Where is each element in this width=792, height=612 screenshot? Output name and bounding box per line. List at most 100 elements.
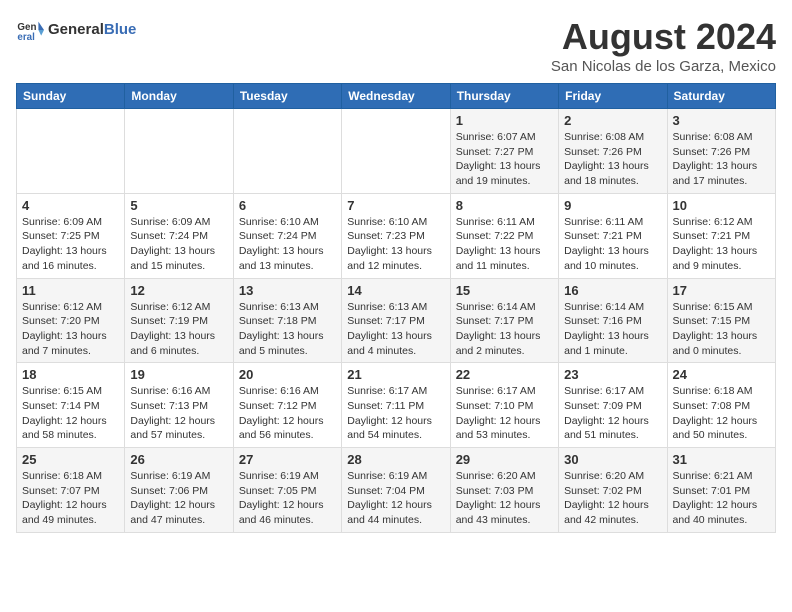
day-info: Sunrise: 6:12 AM Sunset: 7:20 PM Dayligh… [22,300,119,359]
day-number: 7 [347,198,444,213]
calendar-cell: 12 Sunrise: 6:12 AM Sunset: 7:19 PM Dayli… [125,278,233,363]
day-number: 30 [564,452,661,467]
calendar-cell: 14Sunrise: 6:13 AM Sunset: 7:17 PM Dayli… [342,278,450,363]
day-info: Sunrise: 6:20 AM Sunset: 7:03 PM Dayligh… [456,469,553,528]
day-number: 27 [239,452,336,467]
calendar-subtitle: San Nicolas de los Garza, Mexico [551,58,776,75]
day-number: 29 [456,452,553,467]
calendar-cell: 31Sunrise: 6:21 AM Sunset: 7:01 PM Dayli… [667,448,775,533]
day-info: Sunrise: 6:12 AM Sunset: 7:19 PM Dayligh… [130,300,227,359]
calendar-cell [17,109,125,194]
day-info: Sunrise: 6:10 AM Sunset: 7:23 PM Dayligh… [347,215,444,274]
calendar-body: 1 Sunrise: 6:07 AM Sunset: 7:27 PM Daylig… [17,109,776,533]
day-number: 8 [456,198,553,213]
calendar-cell: 15Sunrise: 6:14 AM Sunset: 7:17 PM Dayli… [450,278,558,363]
day-number: 23 [564,367,661,382]
calendar-cell: 22Sunrise: 6:17 AM Sunset: 7:10 PM Dayli… [450,363,558,448]
day-number: 24 [673,367,770,382]
calendar-cell: 1 Sunrise: 6:07 AM Sunset: 7:27 PM Daylig… [450,109,558,194]
calendar-cell: 23Sunrise: 6:17 AM Sunset: 7:09 PM Dayli… [559,363,667,448]
calendar-cell: 9 Sunrise: 6:11 AM Sunset: 7:21 PM Daylig… [559,193,667,278]
column-header-sunday: Sunday [17,84,125,109]
calendar-cell: 19 Sunrise: 6:16 AM Sunset: 7:13 PM Dayli… [125,363,233,448]
day-info: Sunrise: 6:16 AM Sunset: 7:12 PM Dayligh… [239,384,336,443]
day-info: Sunrise: 6:07 AM Sunset: 7:27 PM Dayligh… [456,130,553,189]
day-info: Sunrise: 6:21 AM Sunset: 7:01 PM Dayligh… [673,469,770,528]
logo-blue-text: Blue [104,21,137,38]
day-number: 4 [22,198,119,213]
week-row-2: 4 Sunrise: 6:09 AM Sunset: 7:25 PM Daylig… [17,193,776,278]
calendar-cell: 3 Sunrise: 6:08 AM Sunset: 7:26 PM Daylig… [667,109,775,194]
calendar-title: August 2024 [551,16,776,58]
calendar-cell: 20 Sunrise: 6:16 AM Sunset: 7:12 PM Dayli… [233,363,341,448]
week-row-3: 11Sunrise: 6:12 AM Sunset: 7:20 PM Dayli… [17,278,776,363]
day-number: 21 [347,367,444,382]
svg-text:eral: eral [17,32,35,43]
day-number: 10 [673,198,770,213]
calendar-cell: 13 Sunrise: 6:13 AM Sunset: 7:18 PM Dayli… [233,278,341,363]
page-header: Gen eral GeneralBlue August 2024 San Nic… [16,16,776,75]
calendar-cell: 27 Sunrise: 6:19 AM Sunset: 7:05 PM Dayli… [233,448,341,533]
logo: Gen eral GeneralBlue [16,16,136,44]
calendar-cell: 18Sunrise: 6:15 AM Sunset: 7:14 PM Dayli… [17,363,125,448]
day-info: Sunrise: 6:09 AM Sunset: 7:24 PM Dayligh… [130,215,227,274]
calendar-cell: 30Sunrise: 6:20 AM Sunset: 7:02 PM Dayli… [559,448,667,533]
day-number: 15 [456,283,553,298]
column-header-saturday: Saturday [667,84,775,109]
day-number: 9 [564,198,661,213]
day-number: 17 [673,283,770,298]
calendar-cell: 11Sunrise: 6:12 AM Sunset: 7:20 PM Dayli… [17,278,125,363]
day-number: 13 [239,283,336,298]
week-row-1: 1 Sunrise: 6:07 AM Sunset: 7:27 PM Daylig… [17,109,776,194]
day-number: 28 [347,452,444,467]
calendar-cell: 4 Sunrise: 6:09 AM Sunset: 7:25 PM Daylig… [17,193,125,278]
day-number: 12 [130,283,227,298]
day-info: Sunrise: 6:08 AM Sunset: 7:26 PM Dayligh… [673,130,770,189]
calendar-cell: 29 Sunrise: 6:20 AM Sunset: 7:03 PM Dayli… [450,448,558,533]
calendar-cell: 21 Sunrise: 6:17 AM Sunset: 7:11 PM Dayli… [342,363,450,448]
day-info: Sunrise: 6:12 AM Sunset: 7:21 PM Dayligh… [673,215,770,274]
calendar-cell: 17 Sunrise: 6:15 AM Sunset: 7:15 PM Dayli… [667,278,775,363]
day-info: Sunrise: 6:19 AM Sunset: 7:04 PM Dayligh… [347,469,444,528]
logo-general-text: General [48,21,104,38]
calendar-header: SundayMondayTuesdayWednesdayThursdayFrid… [17,84,776,109]
day-info: Sunrise: 6:14 AM Sunset: 7:16 PM Dayligh… [564,300,661,359]
day-info: Sunrise: 6:11 AM Sunset: 7:22 PM Dayligh… [456,215,553,274]
day-info: Sunrise: 6:15 AM Sunset: 7:15 PM Dayligh… [673,300,770,359]
day-number: 20 [239,367,336,382]
day-number: 1 [456,113,553,128]
title-block: August 2024 San Nicolas de los Garza, Me… [551,16,776,75]
day-info: Sunrise: 6:13 AM Sunset: 7:18 PM Dayligh… [239,300,336,359]
calendar-cell: 25Sunrise: 6:18 AM Sunset: 7:07 PM Dayli… [17,448,125,533]
day-info: Sunrise: 6:09 AM Sunset: 7:25 PM Dayligh… [22,215,119,274]
day-number: 25 [22,452,119,467]
day-number: 16 [564,283,661,298]
day-info: Sunrise: 6:11 AM Sunset: 7:21 PM Dayligh… [564,215,661,274]
calendar-cell [342,109,450,194]
day-info: Sunrise: 6:19 AM Sunset: 7:06 PM Dayligh… [130,469,227,528]
column-header-monday: Monday [125,84,233,109]
calendar-cell: 7 Sunrise: 6:10 AM Sunset: 7:23 PM Daylig… [342,193,450,278]
header-row: SundayMondayTuesdayWednesdayThursdayFrid… [17,84,776,109]
day-number: 2 [564,113,661,128]
day-number: 3 [673,113,770,128]
day-number: 26 [130,452,227,467]
calendar-cell: 6Sunrise: 6:10 AM Sunset: 7:24 PM Daylig… [233,193,341,278]
day-number: 22 [456,367,553,382]
day-number: 19 [130,367,227,382]
day-info: Sunrise: 6:16 AM Sunset: 7:13 PM Dayligh… [130,384,227,443]
calendar-cell: 28 Sunrise: 6:19 AM Sunset: 7:04 PM Dayli… [342,448,450,533]
column-header-tuesday: Tuesday [233,84,341,109]
day-info: Sunrise: 6:15 AM Sunset: 7:14 PM Dayligh… [22,384,119,443]
day-info: Sunrise: 6:08 AM Sunset: 7:26 PM Dayligh… [564,130,661,189]
calendar-cell: 26 Sunrise: 6:19 AM Sunset: 7:06 PM Dayli… [125,448,233,533]
calendar-cell: 16 Sunrise: 6:14 AM Sunset: 7:16 PM Dayli… [559,278,667,363]
day-info: Sunrise: 6:17 AM Sunset: 7:11 PM Dayligh… [347,384,444,443]
day-info: Sunrise: 6:19 AM Sunset: 7:05 PM Dayligh… [239,469,336,528]
calendar-cell [125,109,233,194]
day-info: Sunrise: 6:18 AM Sunset: 7:08 PM Dayligh… [673,384,770,443]
calendar-table: SundayMondayTuesdayWednesdayThursdayFrid… [16,83,776,533]
column-header-thursday: Thursday [450,84,558,109]
column-header-wednesday: Wednesday [342,84,450,109]
week-row-5: 25Sunrise: 6:18 AM Sunset: 7:07 PM Dayli… [17,448,776,533]
